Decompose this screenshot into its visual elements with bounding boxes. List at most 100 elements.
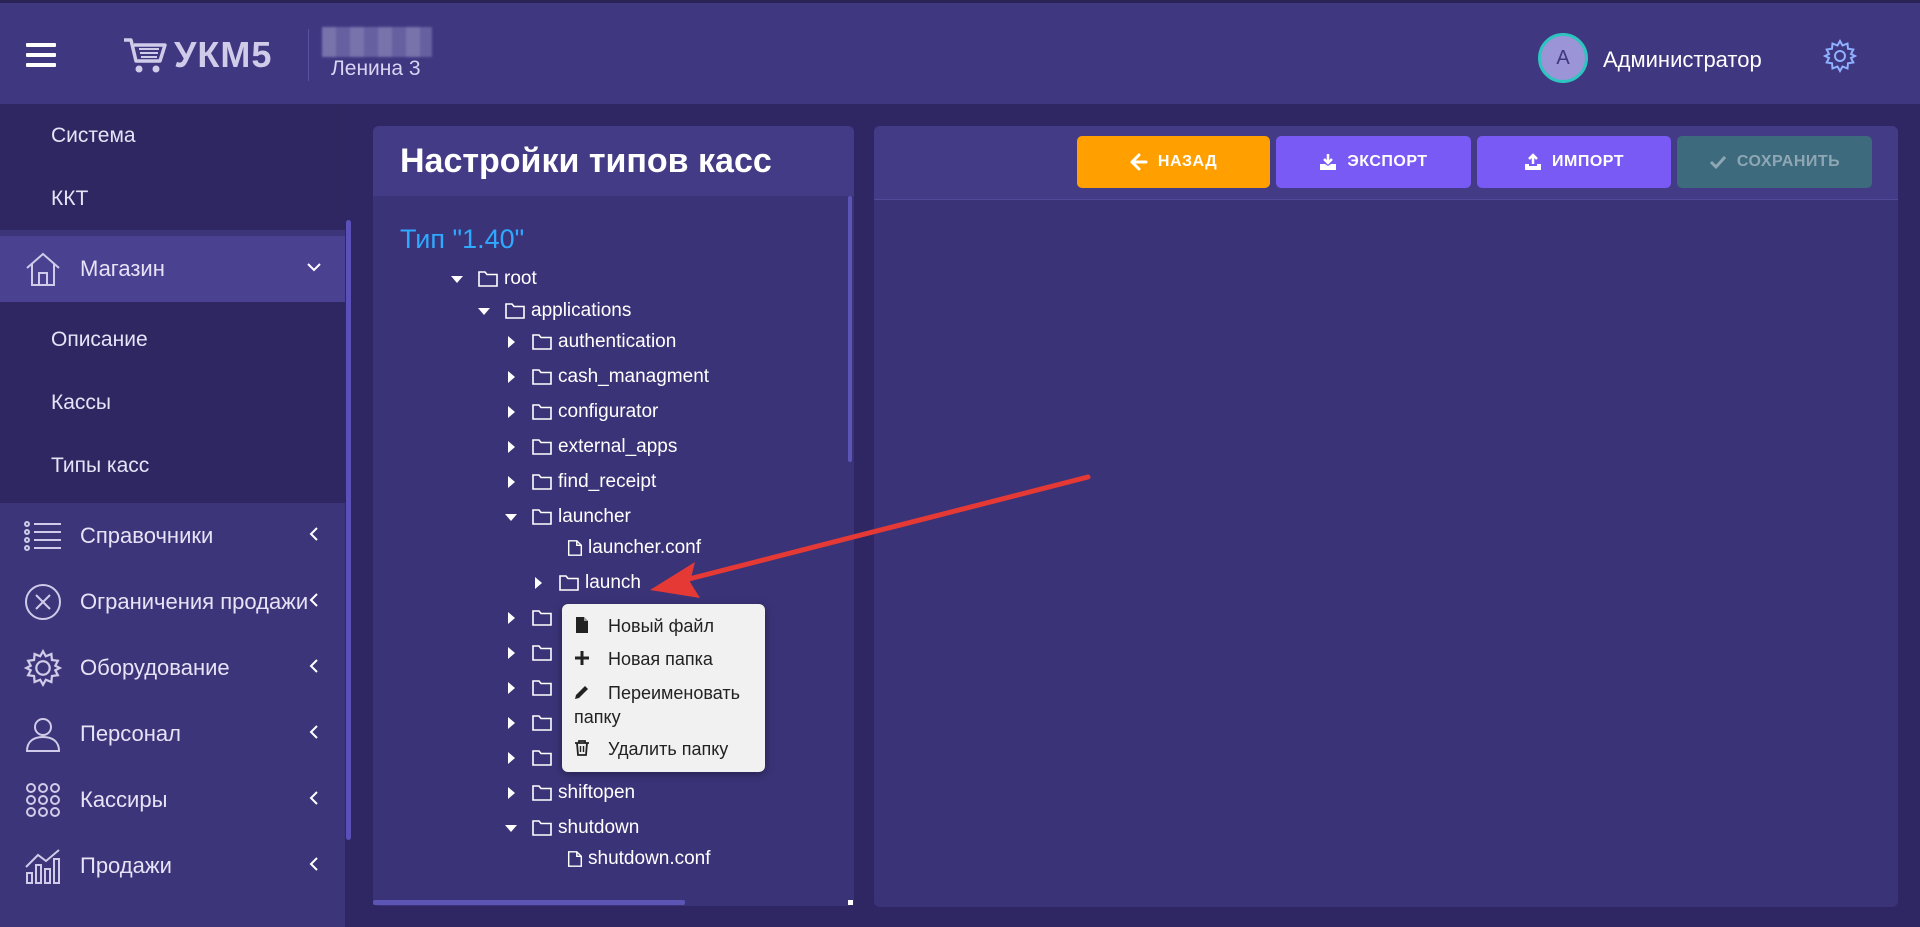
tree-node-hidden-2[interactable] bbox=[504, 638, 558, 668]
menu-item-label: Новый файл bbox=[608, 616, 714, 636]
avatar[interactable]: А bbox=[1538, 33, 1588, 83]
sidebar-item-equipment[interactable]: Оборудование bbox=[0, 635, 345, 701]
caret-right-icon[interactable] bbox=[504, 475, 518, 489]
chevron-left-icon bbox=[309, 857, 318, 871]
sidebar-scrollbar[interactable] bbox=[346, 220, 351, 840]
gear-icon[interactable] bbox=[1823, 39, 1857, 73]
scrollbar-corner bbox=[848, 900, 853, 905]
sidebar-item-label: Ограничения продажи bbox=[80, 589, 309, 614]
folder-icon bbox=[559, 575, 579, 591]
header-divider bbox=[308, 29, 309, 81]
sidebar-item-system[interactable]: Система bbox=[0, 104, 345, 167]
menu-item-label: Переименовать bbox=[608, 683, 740, 703]
app-logo[interactable]: УКМ5 bbox=[122, 34, 272, 75]
tree-node-shiftopen[interactable]: shiftopen bbox=[504, 778, 635, 808]
folder-icon bbox=[532, 750, 552, 766]
tree-node-shutdown[interactable]: shutdown bbox=[504, 813, 639, 843]
caret-right-icon[interactable] bbox=[504, 786, 518, 800]
download-icon bbox=[1320, 154, 1337, 170]
tree-node-external-apps[interactable]: external_apps bbox=[504, 432, 677, 462]
tree-node-configurator[interactable]: configurator bbox=[504, 397, 658, 427]
tree-node-find-receipt[interactable]: find_receipt bbox=[504, 467, 656, 497]
caret-right-icon[interactable] bbox=[504, 611, 518, 625]
tree-node-label: applications bbox=[531, 300, 632, 321]
tree-node-authentication[interactable]: authentication bbox=[504, 327, 676, 357]
tree-horizontal-scrollbar[interactable] bbox=[373, 900, 685, 905]
caret-right-icon[interactable] bbox=[504, 716, 518, 730]
sidebar-item-personnel[interactable]: Персонал bbox=[0, 701, 345, 767]
tree-node-root[interactable]: root bbox=[450, 264, 537, 294]
file-icon bbox=[567, 851, 583, 867]
caret-right-icon[interactable] bbox=[504, 335, 518, 349]
hamburger-menu-icon[interactable] bbox=[26, 43, 56, 67]
username[interactable]: Администратор bbox=[1603, 47, 1762, 73]
menu-item-new-folder[interactable]: Новая папка bbox=[574, 647, 759, 671]
tree-node-label: launcher.conf bbox=[588, 537, 702, 558]
caret-right-icon[interactable] bbox=[504, 681, 518, 695]
caret-down-icon[interactable] bbox=[504, 821, 518, 835]
export-button-label: ЭКСПОРТ bbox=[1347, 153, 1428, 170]
shop-name[interactable]: Ленина 3 bbox=[331, 57, 421, 81]
tree-node-hidden-3[interactable] bbox=[504, 673, 558, 703]
checkmark-icon bbox=[1709, 155, 1726, 170]
type-label[interactable]: Тип "1.40" bbox=[400, 224, 524, 255]
tree-node-cash-managment[interactable]: cash_managment bbox=[504, 362, 709, 392]
tree-node-label: launch bbox=[585, 572, 641, 593]
caret-down-icon[interactable] bbox=[504, 510, 518, 524]
export-button[interactable]: ЭКСПОРТ bbox=[1276, 136, 1471, 188]
folder-icon bbox=[532, 474, 552, 490]
chevron-left-icon bbox=[309, 593, 318, 607]
caret-right-icon[interactable] bbox=[504, 405, 518, 419]
tree-node-hidden-5[interactable] bbox=[504, 743, 558, 773]
tree-node-shutdown-conf[interactable]: shutdown.conf bbox=[566, 844, 711, 874]
sidebar-item-sales[interactable]: Продажи bbox=[0, 833, 345, 899]
tree-node-label: external_apps bbox=[558, 436, 678, 457]
file-icon bbox=[576, 617, 588, 633]
folder-icon bbox=[532, 610, 552, 626]
tree-node-launcher-conf[interactable]: launcher.conf bbox=[566, 533, 701, 563]
folder-icon bbox=[532, 715, 552, 731]
menu-item-delete-folder[interactable]: Удалить папку bbox=[574, 737, 759, 761]
menu-item-rename-folder[interactable]: Переименовать папку bbox=[574, 681, 759, 729]
sidebar-item-store[interactable]: Магазин bbox=[0, 236, 345, 302]
file-icon bbox=[567, 540, 583, 556]
folder-icon bbox=[532, 820, 552, 836]
sidebar-item-label: Продажи bbox=[80, 853, 172, 878]
folder-icon bbox=[532, 680, 552, 696]
sidebar-item-references[interactable]: Справочники bbox=[0, 503, 345, 569]
caret-right-icon[interactable] bbox=[504, 440, 518, 454]
folder-icon bbox=[532, 334, 552, 350]
sidebar-item-cashdesks[interactable]: Кассы bbox=[0, 371, 345, 434]
tree-node-hidden-1[interactable] bbox=[504, 603, 558, 633]
menu-item-label-continued: папку bbox=[574, 707, 621, 727]
menu-item-new-file[interactable]: Новый файл bbox=[574, 614, 759, 638]
sidebar-item-sale-restrictions[interactable]: Ограничения продажи bbox=[0, 569, 345, 635]
caret-down-icon[interactable] bbox=[477, 304, 491, 318]
tree-node-hidden-4[interactable] bbox=[504, 708, 558, 738]
tree-node-label: authentication bbox=[558, 331, 677, 352]
tree-node-launcher[interactable]: launcher bbox=[504, 502, 631, 532]
cart-icon bbox=[124, 38, 167, 73]
tree-node-label: root bbox=[504, 268, 537, 289]
caret-right-icon[interactable] bbox=[504, 370, 518, 384]
panel-header: Настройки типов касс bbox=[373, 126, 854, 196]
grid-dots-icon bbox=[22, 779, 64, 821]
caret-right-icon[interactable] bbox=[504, 751, 518, 765]
caret-down-icon[interactable] bbox=[450, 272, 464, 286]
sidebar-item-cashiers[interactable]: Кассиры bbox=[0, 767, 345, 833]
bar-chart-icon bbox=[22, 845, 64, 887]
circle-x-icon bbox=[22, 581, 64, 623]
tree-node-applications[interactable]: applications bbox=[477, 296, 631, 326]
tree-node-label: cash_managment bbox=[558, 366, 710, 387]
back-button[interactable]: НАЗАД bbox=[1077, 136, 1270, 188]
sidebar-item-description[interactable]: Описание bbox=[0, 308, 345, 371]
import-button[interactable]: ИМПОРТ bbox=[1477, 136, 1671, 188]
save-button[interactable]: СОХРАНИТЬ bbox=[1677, 136, 1872, 188]
caret-right-icon[interactable] bbox=[531, 576, 545, 590]
tree-vertical-scrollbar[interactable] bbox=[848, 196, 852, 462]
caret-right-icon[interactable] bbox=[504, 646, 518, 660]
tree-node-launch[interactable]: launch bbox=[531, 568, 641, 598]
folder-icon bbox=[532, 645, 552, 661]
sidebar-item-cashdesk-types[interactable]: Типы касс bbox=[0, 434, 345, 497]
sidebar-item-kkt[interactable]: ККТ bbox=[0, 167, 345, 230]
